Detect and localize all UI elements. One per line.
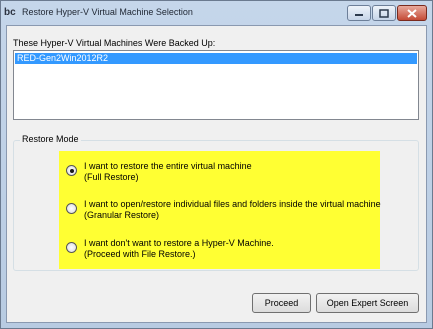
full-restore-radio[interactable] xyxy=(66,165,77,176)
granular-restore-option[interactable]: I want to open/restore individual files … xyxy=(84,199,381,221)
close-button[interactable] xyxy=(397,5,427,21)
file-restore-sublabel: (Proceed with File Restore.) xyxy=(84,249,196,259)
minimize-icon xyxy=(355,14,363,16)
full-restore-option[interactable]: I want to restore the entire virtual mac… xyxy=(84,161,252,183)
maximize-button[interactable] xyxy=(372,5,396,21)
file-restore-radio[interactable] xyxy=(66,242,77,253)
backed-up-label: These Hyper-V Virtual Machines Were Back… xyxy=(13,38,216,48)
close-icon xyxy=(407,8,417,18)
file-restore-option[interactable]: I want don't want to restore a Hyper-V M… xyxy=(84,238,274,260)
granular-restore-sublabel: (Granular Restore) xyxy=(84,210,160,220)
window-title: Restore Hyper-V Virtual Machine Selectio… xyxy=(22,7,193,17)
proceed-button[interactable]: Proceed xyxy=(252,293,311,313)
full-restore-sublabel: (Full Restore) xyxy=(84,172,139,182)
title-bar[interactable]: bc Restore Hyper-V Virtual Machine Selec… xyxy=(1,1,432,25)
file-restore-label: I want don't want to restore a Hyper-V M… xyxy=(84,238,274,248)
vm-listbox[interactable]: RED-Gen2Win2012R2 xyxy=(13,50,419,120)
full-restore-label: I want to restore the entire virtual mac… xyxy=(84,161,252,171)
granular-restore-radio[interactable] xyxy=(66,203,77,214)
granular-restore-label: I want to open/restore individual files … xyxy=(84,199,381,209)
open-expert-screen-button[interactable]: Open Expert Screen xyxy=(316,293,419,313)
maximize-icon xyxy=(379,8,389,18)
minimize-button[interactable] xyxy=(347,5,371,21)
vm-list-item[interactable]: RED-Gen2Win2012R2 xyxy=(15,53,417,64)
app-logo-icon: bc xyxy=(4,7,16,18)
restore-mode-legend: Restore Mode xyxy=(20,134,81,144)
